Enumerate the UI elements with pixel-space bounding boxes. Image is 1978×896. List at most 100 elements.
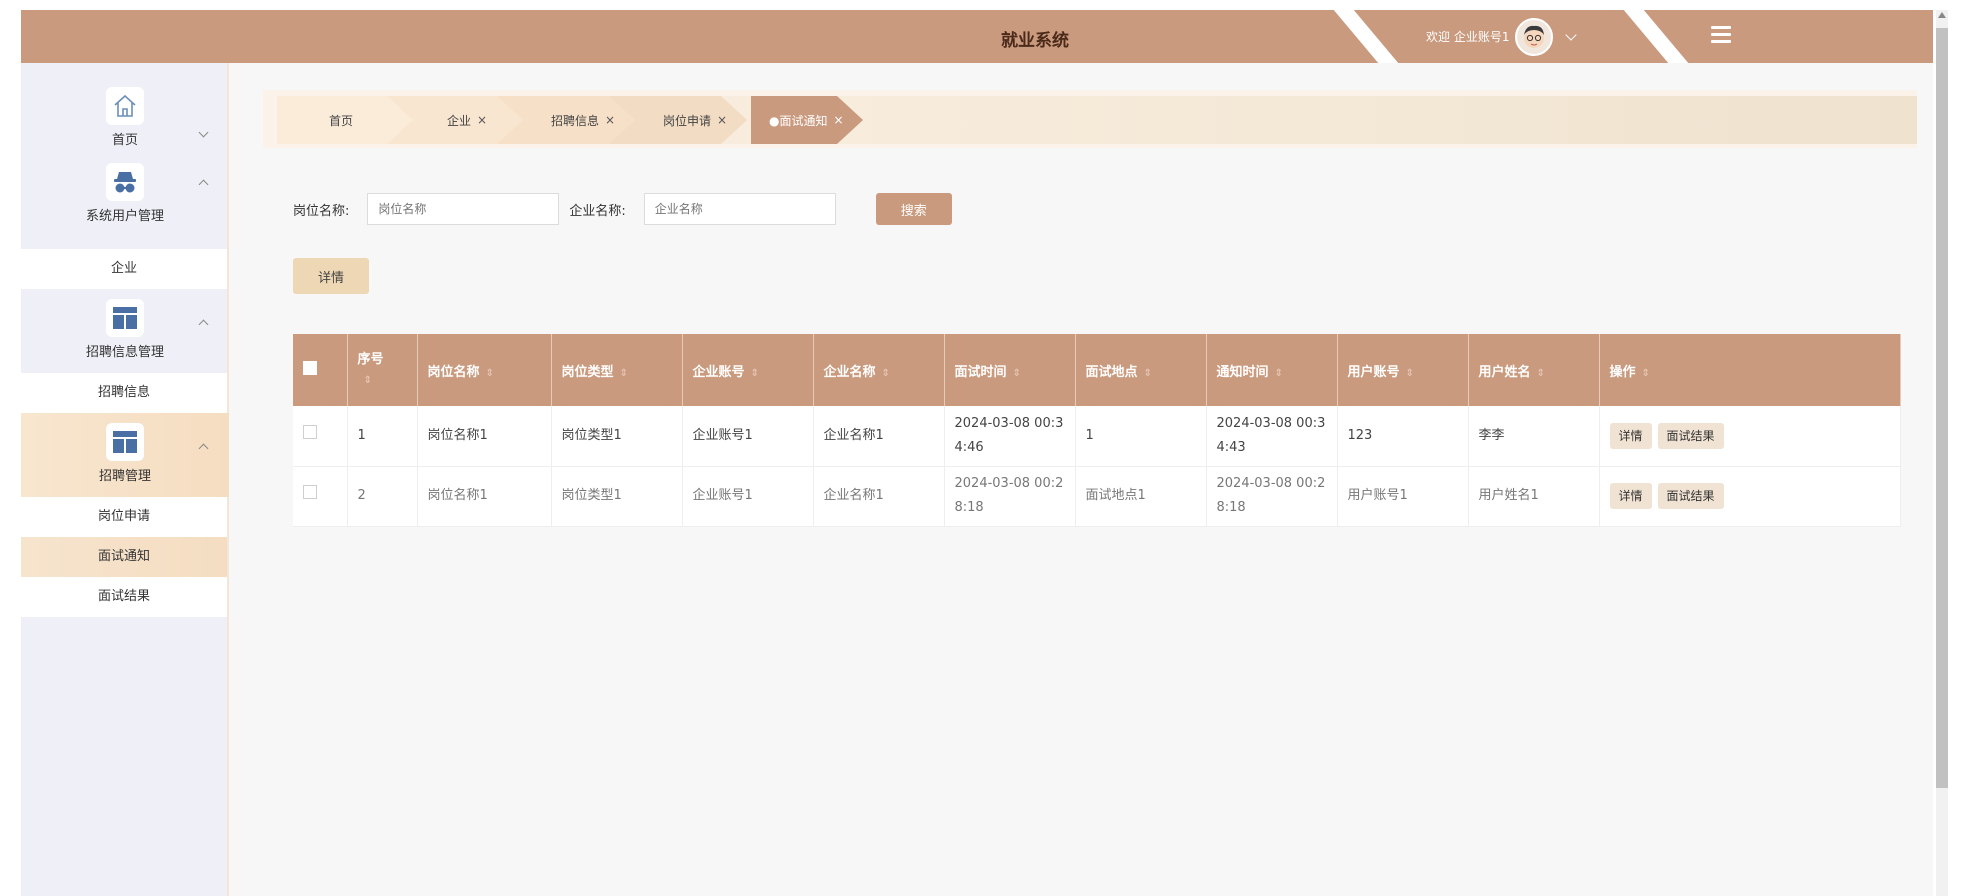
col-actions: 操作 ⇕ — [1599, 334, 1901, 406]
col-label: 序号 — [357, 351, 384, 367]
table-row[interactable]: 1 岗位名称1 岗位类型1 企业账号1 企业名称1 2024-03-08 00:… — [293, 406, 1901, 467]
layout-icon — [106, 423, 144, 461]
col-notify-time[interactable]: 通知时间 ⇕ — [1206, 334, 1338, 406]
breadcrumb: 首页 企业 × 招聘信息 × 岗位申请 × ●面试通知 × — [263, 90, 1917, 148]
cell-interview-time: 2024-03-08 00:34:46 — [944, 406, 1076, 467]
detail-button[interactable]: 详情 — [293, 258, 369, 294]
col-label: 岗位类型 — [561, 364, 614, 380]
sort-icon[interactable]: ⇕ — [751, 368, 759, 379]
cell-actions: 详情 面试结果 — [1599, 466, 1901, 527]
sort-icon[interactable]: ⇕ — [1537, 368, 1545, 379]
chevron-up-icon — [198, 443, 209, 454]
col-company-name[interactable]: 企业名称 ⇕ — [813, 334, 945, 406]
welcome-text: 欢迎 企业账号1 — [1426, 30, 1510, 44]
chevron-up-icon — [198, 319, 209, 330]
sidebar-group-label: 招聘信息管理 — [85, 345, 164, 360]
col-label: 通知时间 — [1216, 364, 1269, 380]
cell-company-account: 企业账号1 — [682, 406, 814, 467]
chevron-down-icon[interactable] — [1565, 28, 1578, 41]
main-panel: 首页 企业 × 招聘信息 × 岗位申请 × ●面试通知 × 岗位名称: 岗位名称… — [263, 90, 1933, 886]
sidebar-item-recruit-info[interactable]: 招聘信息 — [21, 373, 227, 413]
row-select-cell — [293, 406, 348, 467]
company-name-input[interactable] — [643, 193, 836, 225]
col-user-account[interactable]: 用户账号 ⇕ — [1337, 334, 1469, 406]
sort-icon[interactable]: ⇕ — [364, 375, 372, 386]
data-table: 序号 ⇕ 岗位名称 ⇕ 岗位类型 ⇕ 企业账号 ⇕ 企业名称 ⇕ 面试时间 ⇕ 面试地点 ⇕ … — [293, 334, 1901, 527]
col-label: 面试地点 — [1085, 364, 1138, 380]
avatar[interactable] — [1515, 17, 1554, 56]
scrollbar-thumb[interactable] — [1936, 28, 1948, 788]
hamburger-menu-icon[interactable] — [1711, 26, 1731, 44]
sidebar-group-user-mgmt[interactable]: 系统用户管理 — [21, 155, 229, 249]
col-job-type[interactable]: 岗位类型 ⇕ — [551, 334, 683, 406]
sort-icon[interactable]: ⇕ — [1275, 368, 1283, 379]
col-company-account[interactable]: 企业账号 ⇕ — [682, 334, 814, 406]
table-row[interactable]: 2 岗位名称1 岗位类型1 企业账号1 企业名称1 2024-03-08 00:… — [293, 466, 1901, 527]
sidebar-item-job-apply[interactable]: 岗位申请 — [21, 497, 227, 537]
header-decor-stripe — [1623, 10, 1689, 63]
home-icon — [106, 87, 144, 125]
layout-icon — [106, 299, 144, 337]
search-button[interactable]: 搜索 — [875, 193, 952, 225]
tab-home[interactable]: 首页 — [277, 96, 415, 144]
top-header: 就业系统 欢迎 企业账号1 — [21, 10, 1933, 63]
col-user-name[interactable]: 用户姓名 ⇕ — [1468, 334, 1600, 406]
col-job-name[interactable]: 岗位名称 ⇕ — [417, 334, 552, 406]
cell-index: 1 — [347, 406, 418, 467]
col-label: 岗位名称 — [427, 364, 480, 380]
sidebar-group-recruit-info-mgmt[interactable]: 招聘信息管理 — [21, 289, 229, 373]
col-interview-place[interactable]: 面试地点 ⇕ — [1075, 334, 1207, 406]
col-label: 面试时间 — [954, 364, 1007, 380]
select-all-checkbox[interactable] — [303, 361, 317, 375]
scroll-up-arrow-icon[interactable] — [1938, 12, 1946, 18]
col-label: 用户姓名 — [1478, 364, 1531, 380]
company-name-label: 企业名称: — [569, 203, 626, 219]
tab-label: 岗位申请 — [663, 113, 712, 128]
tab-label: 首页 — [329, 113, 354, 128]
sidebar: 首页 系统用户管理 企业 招聘信息管理 招聘信息 招聘管理 岗位申请 面试通知 … — [21, 63, 229, 896]
col-label: 操作 — [1609, 364, 1636, 380]
cell-job-type: 岗位类型1 — [551, 466, 683, 527]
tab-label: 招聘信息 — [551, 113, 600, 128]
close-icon[interactable]: × — [605, 113, 615, 127]
sidebar-item-interview-notice[interactable]: 面试通知 — [21, 537, 227, 577]
row-result-button[interactable]: 面试结果 — [1657, 422, 1724, 449]
col-interview-time[interactable]: 面试时间 ⇕ — [944, 334, 1076, 406]
sort-icon[interactable]: ⇕ — [620, 368, 628, 379]
sidebar-group-home[interactable]: 首页 — [21, 63, 229, 155]
user-menu[interactable]: 欢迎 企业账号1 — [1426, 10, 1578, 63]
sort-icon[interactable]: ⇕ — [1406, 368, 1414, 379]
sidebar-group-recruit-mgmt[interactable]: 招聘管理 — [21, 413, 229, 497]
cell-job-name: 岗位名称1 — [417, 466, 552, 527]
breadcrumb-track: 首页 企业 × 招聘信息 × 岗位申请 × ●面试通知 × — [277, 96, 1917, 144]
row-detail-button[interactable]: 详情 — [1609, 422, 1652, 449]
job-name-input[interactable] — [367, 193, 560, 225]
row-checkbox[interactable] — [303, 424, 317, 439]
col-index[interactable]: 序号 ⇕ — [347, 334, 418, 406]
tab-label: 企业 — [447, 113, 472, 128]
cell-interview-time: 2024-03-08 00:28:18 — [944, 466, 1076, 527]
col-label: 用户账号 — [1347, 364, 1400, 380]
sidebar-item-company[interactable]: 企业 — [21, 249, 227, 289]
select-all-cell — [293, 334, 348, 406]
cell-company-name: 企业名称1 — [813, 466, 945, 527]
sort-icon[interactable]: ⇕ — [882, 368, 890, 379]
sort-icon[interactable]: ⇕ — [1144, 368, 1152, 379]
row-checkbox[interactable] — [303, 485, 317, 499]
close-icon[interactable]: × — [477, 113, 487, 127]
sort-icon[interactable]: ⇕ — [1013, 368, 1021, 379]
cell-user-account: 用户账号1 — [1337, 466, 1469, 527]
app-root: 就业系统 欢迎 企业账号1 首页 系统用户管理 企业 招聘信息管理 招聘信息 招… — [21, 10, 1933, 896]
close-icon[interactable]: × — [833, 113, 843, 127]
sort-icon: ⇕ — [1641, 367, 1650, 379]
cell-job-type: 岗位类型1 — [551, 406, 683, 467]
close-icon[interactable]: × — [717, 113, 727, 127]
sidebar-item-interview-result[interactable]: 面试结果 — [21, 577, 227, 617]
row-detail-button[interactable]: 详情 — [1609, 482, 1652, 509]
cell-index: 2 — [347, 466, 418, 527]
row-result-button[interactable]: 面试结果 — [1657, 482, 1724, 509]
user-spy-icon — [106, 163, 144, 201]
cell-notify-time: 2024-03-08 00:34:43 — [1206, 406, 1338, 467]
sort-icon[interactable]: ⇕ — [486, 368, 494, 379]
tab-interview-notice[interactable]: ●面试通知 × — [751, 96, 863, 144]
